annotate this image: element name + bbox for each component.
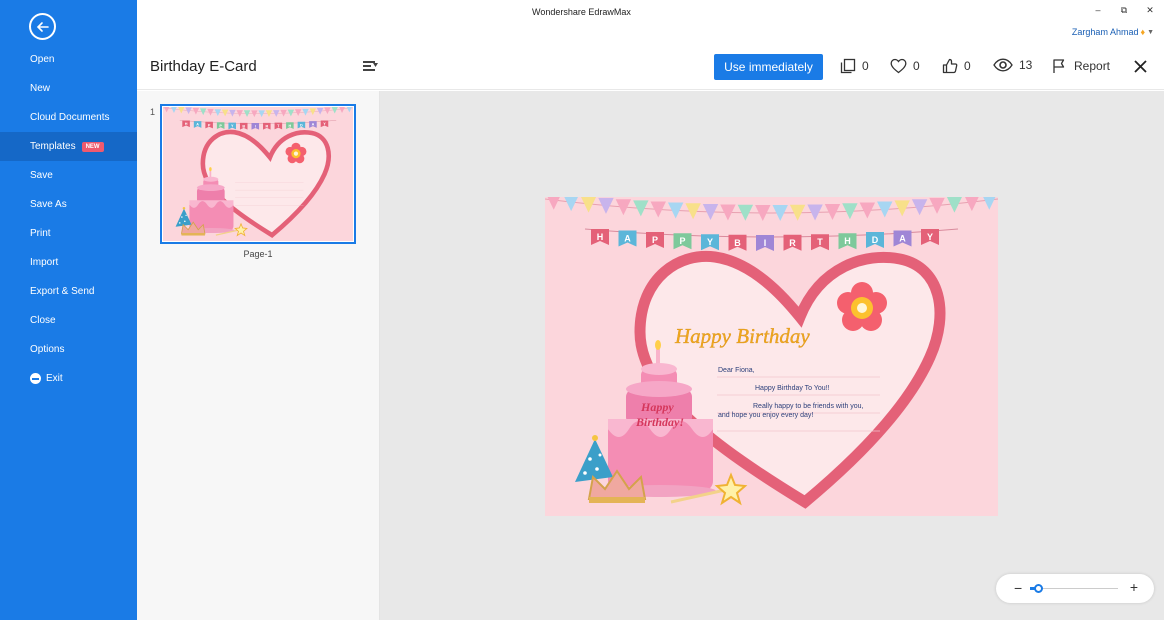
duplicate-count[interactable]: 0	[840, 58, 869, 74]
duplicate-count-value: 0	[862, 59, 869, 73]
sidebar-item-label: Exit	[46, 373, 63, 384]
zoom-out-button[interactable]: −	[1014, 580, 1022, 596]
like-count[interactable]: 0	[942, 58, 971, 74]
sidebar-item-label: Options	[30, 344, 65, 355]
sidebar-item-save[interactable]: Save	[0, 161, 137, 190]
page-thumbnail[interactable]	[160, 104, 356, 244]
heart-icon	[890, 58, 907, 74]
sidebar-item-export-send[interactable]: Export & Send	[0, 277, 137, 306]
card-line-3: and hope you enjoy every day!	[718, 412, 813, 419]
card-line-1: Happy Birthday To You!!	[755, 385, 830, 392]
page-thumbnail-panel: 1 Page-1	[137, 91, 380, 620]
sidebar-item-label: Export & Send	[30, 286, 95, 297]
sidebar-item-label: Save	[30, 170, 53, 181]
use-immediately-button[interactable]: Use immediately	[714, 54, 823, 80]
user-name: Zargham Ahmad	[1071, 27, 1139, 37]
title-bar: Wondershare EdrawMax – ⧉ ✕ Zargham Ahmad…	[137, 0, 1164, 44]
sidebar-item-new[interactable]: New	[0, 74, 137, 103]
sidebar-item-options[interactable]: Options	[0, 335, 137, 364]
sidebar-item-label: Print	[30, 228, 51, 239]
sidebar-item-label: New	[30, 83, 51, 94]
page-label: Page-1	[243, 249, 273, 259]
chevron-down-icon: ▼	[1147, 28, 1154, 36]
sidebar-item-label: Save As	[30, 199, 67, 210]
new-badge: NEW	[81, 141, 104, 152]
app-window: Open New Cloud Documents Templates NEW S…	[0, 0, 1164, 620]
exit-icon	[30, 373, 41, 384]
arrow-left-icon	[36, 21, 49, 32]
page-list-icon[interactable]	[363, 59, 378, 73]
template-header: Birthday E-Card Use immediately 0 0 0 13…	[137, 44, 1164, 90]
user-account[interactable]: Zargham Ahmad ♦ ▼	[1072, 27, 1154, 37]
sidebar-item-label: Cloud Documents	[30, 112, 110, 123]
report-button[interactable]: Report	[1052, 58, 1110, 74]
zoom-slider-handle[interactable]	[1034, 584, 1044, 593]
zoom-track[interactable]	[1030, 588, 1118, 589]
close-window-button[interactable]: ✕	[1144, 5, 1156, 16]
birthday-card-image: HAPPY BIRTHDAY	[545, 197, 998, 516]
restore-button[interactable]: ⧉	[1118, 5, 1130, 16]
sidebar-item-open[interactable]: Open	[0, 45, 137, 74]
sidebar-item-label: Open	[30, 54, 55, 65]
minimize-button[interactable]: –	[1092, 5, 1104, 16]
sidebar-item-exit[interactable]: Exit	[0, 364, 137, 393]
page-title: Birthday E-Card	[150, 58, 257, 75]
like-count-value: 0	[964, 59, 971, 73]
close-icon	[1134, 60, 1147, 73]
card-line-2: Really happy to be friends with you,	[753, 403, 864, 410]
app-title: Wondershare EdrawMax	[532, 7, 631, 17]
file-menu-sidebar: Open New Cloud Documents Templates NEW S…	[0, 0, 137, 620]
premium-crown-icon: ♦	[1140, 27, 1146, 37]
card-headline: Happy Birthday	[674, 324, 810, 348]
cake-text-2: Birthday!	[635, 415, 684, 429]
favorite-count[interactable]: 0	[890, 58, 920, 74]
back-button[interactable]	[29, 13, 56, 40]
sidebar-item-close[interactable]: Close	[0, 306, 137, 335]
copy-icon	[840, 58, 856, 74]
window-controls: – ⧉ ✕	[1092, 5, 1156, 16]
thumbnail-card-image	[163, 107, 353, 241]
close-preview-button[interactable]	[1134, 57, 1147, 78]
sidebar-item-import[interactable]: Import	[0, 248, 137, 277]
sidebar-item-label: Close	[30, 315, 56, 326]
sidebar-item-templates[interactable]: Templates NEW	[0, 132, 137, 161]
sidebar-menu: Open New Cloud Documents Templates NEW S…	[0, 45, 137, 393]
zoom-in-button[interactable]: +	[1130, 579, 1138, 595]
favorite-count-value: 0	[913, 59, 920, 73]
cake-text-1: Happy	[640, 400, 674, 414]
sidebar-item-label: Templates	[30, 141, 76, 152]
sidebar-item-print[interactable]: Print	[0, 219, 137, 248]
eye-icon	[993, 58, 1013, 72]
flag-icon	[1053, 59, 1065, 73]
page-number: 1	[150, 107, 156, 117]
report-label: Report	[1074, 59, 1111, 73]
view-count-value: 13	[1019, 58, 1033, 72]
sidebar-item-label: Import	[30, 257, 59, 268]
zoom-control: − +	[996, 574, 1154, 603]
preview-canvas: HAPPY BIRTHDAY	[380, 91, 1164, 620]
thumbs-up-icon	[942, 58, 958, 74]
sidebar-item-cloud-documents[interactable]: Cloud Documents	[0, 103, 137, 132]
view-count: 13	[993, 58, 1032, 72]
sidebar-item-save-as[interactable]: Save As	[0, 190, 137, 219]
birthday-card: HAPPY BIRTHDAY	[545, 197, 998, 516]
card-greeting: Dear Fiona,	[718, 367, 755, 374]
